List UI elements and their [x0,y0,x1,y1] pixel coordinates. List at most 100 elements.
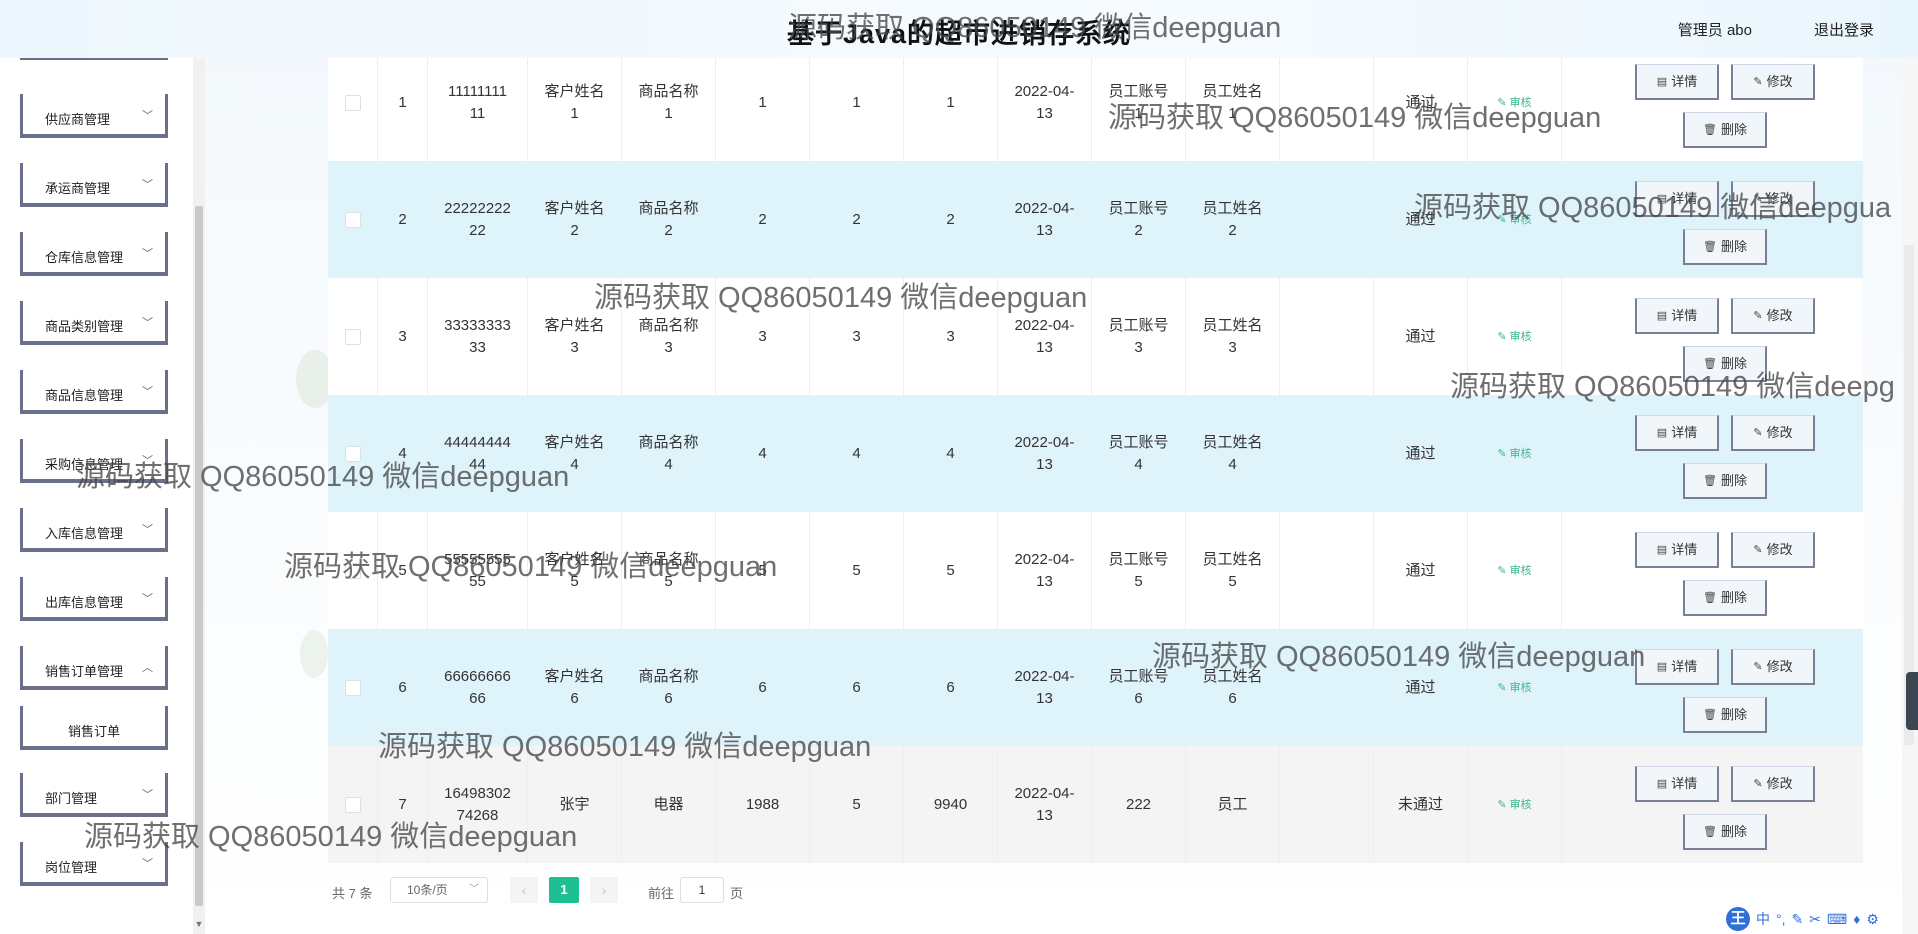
goto-label: 前往 [648,886,675,901]
ime-pen-icon[interactable]: ✎ [1792,911,1804,928]
ime-scissors-icon[interactable]: ✂ [1809,911,1821,928]
table-row[interactable]: 5 55555555 55 客户姓名 5 商品名称 5 5 5 5 2022-04- 13 员工… [328,512,1863,629]
cell-blank [1280,746,1374,863]
next-page-button[interactable]: › [590,877,618,903]
sidebar-item-positions[interactable]: 岗位管理 ﹀ [20,842,168,886]
edit-button[interactable]: ✎ 修改 [1731,532,1815,568]
detail-button[interactable]: ▤ 详情 [1635,532,1719,568]
sidebar-item-suppliers[interactable]: 供应商管理 ﹀ [20,94,168,138]
ime-logo-icon[interactable]: 王 [1726,907,1750,931]
page-number-current[interactable]: 1 [549,877,579,903]
delete-button[interactable]: 🗑 删除 [1683,580,1767,616]
cell-emp-name: 员工姓名 5 [1186,512,1280,629]
ime-language[interactable]: 中 [1756,909,1770,929]
ime-skin-icon[interactable]: ♦ [1853,911,1860,927]
table-row[interactable]: 7 16498302 74268 张宇 电器 1988 5 9940 2022-04- 13 2… [328,746,1863,863]
sidebar-item-categories[interactable]: 商品类别管理 ﹀ [20,301,168,345]
detail-button[interactable]: ▤ 详情 [1635,649,1719,685]
sidebar-item-label: 仓库信息管理 [45,250,124,265]
cell-emp-account-text: 员工账号 5 [1108,550,1169,590]
table-row[interactable]: 6 66666666 66 客户姓名 6 商品名称 6 6 6 6 2022-04- 13 员工… [328,629,1863,746]
audit-link[interactable]: ✎ 审核 [1497,92,1531,114]
table-row[interactable]: 4 44444444 44 客户姓名 4 商品名称 4 4 4 4 2022-04- 13 员工… [328,395,1863,512]
chevron-down-icon: ﹀ [142,593,153,605]
scroll-down-arrow-icon[interactable]: ▼ [193,918,205,930]
table-row[interactable]: 2 22222222 22 客户姓名 2 商品名称 2 2 2 2 2022-04- 13 员工… [328,161,1863,278]
row-checkbox-input[interactable] [344,445,361,462]
cell-customer: 客户姓名 3 [528,278,622,395]
detail-button[interactable]: ▤ 详情 [1635,298,1719,334]
row-checkbox-input[interactable] [344,796,361,813]
trash-icon: 🗑 [1703,474,1717,487]
edit-button[interactable]: ✎ 修改 [1731,64,1815,100]
delete-button[interactable]: 🗑 删除 [1683,463,1767,499]
table-row[interactable]: 3 33333333 33 客户姓名 3 商品名称 3 3 3 3 2022-04- 13 员工… [328,278,1863,395]
table-row[interactable]: 1 11111111 11 客户姓名 1 商品名称 1 1 1 1 2022-04- 13 员工… [328,44,1863,161]
cell-operations: ▤ 详情 ✎ 修改 🗑 删除 [1562,395,1861,512]
row-checkbox [328,161,378,278]
sidebar-item-warehouses[interactable]: 仓库信息管理 ﹀ [20,232,168,276]
delete-button[interactable]: 🗑 删除 [1683,346,1767,382]
cell-date: 2022-04- 13 [998,395,1092,512]
sidebar-item-inbound[interactable]: 入库信息管理 ﹀ [20,508,168,552]
row-checkbox-input[interactable] [344,679,361,696]
edit-button[interactable]: ✎ 修改 [1731,298,1815,334]
sidebar-scroll-thumb[interactable] [195,206,203,906]
ime-keyboard-icon[interactable]: ⌨ [1827,911,1847,928]
sidebar-item-departments[interactable]: 部门管理 ﹀ [20,773,168,817]
cell-index: 6 [378,629,428,746]
prev-page-button[interactable]: ‹ [510,877,538,903]
edit-button[interactable]: ✎ 修改 [1731,415,1815,451]
floating-side-tab[interactable] [1906,672,1918,730]
audit-link[interactable]: ✎ 审核 [1497,560,1531,582]
sidebar-item-products[interactable]: 商品信息管理 ﹀ [20,370,168,414]
delete-button[interactable]: 🗑 删除 [1683,814,1767,850]
delete-button[interactable]: 🗑 删除 [1683,697,1767,733]
row-checkbox-input[interactable] [344,562,361,579]
cell-customer: 客户姓名 2 [528,161,622,278]
sidebar-item-label: 销售订单管理 [45,664,124,679]
detail-button[interactable]: ▤ 详情 [1635,766,1719,802]
ime-settings-icon[interactable]: ⚙ [1866,911,1879,928]
cell-order-no-text: 16498302 74268 [444,784,511,824]
audit-label: 审核 [1509,447,1532,460]
cell-total-text: 6 [946,678,955,696]
cell-order-no: 66666666 66 [428,629,528,746]
sidebar-item-purchases[interactable]: 采购信息管理 ﹀ [20,439,168,483]
delete-button-label: 删除 [1720,238,1747,254]
edit-button[interactable]: ✎ 修改 [1731,181,1815,217]
cell-price-text: 6 [758,678,767,696]
page-size-select[interactable]: 10条/页 ﹀ [390,877,488,903]
sidebar-item-label: 采购信息管理 [45,457,124,472]
cell-audit: ✎ 审核 [1468,629,1562,746]
audit-link[interactable]: ✎ 审核 [1497,326,1531,348]
cell-emp-name: 员工姓名 2 [1186,161,1280,278]
goto-page-input[interactable]: 1 [680,877,724,903]
cell-customer-text: 客户姓名 5 [544,550,605,590]
row-checkbox-input[interactable] [344,328,361,345]
ime-punctuation-icon[interactable]: °, [1776,911,1786,927]
detail-button[interactable]: ▤ 详情 [1635,181,1719,217]
audit-link[interactable]: ✎ 审核 [1497,443,1531,465]
sidebar-item-carriers[interactable]: 承运商管理 ﹀ [20,163,168,207]
main-scroll-thumb[interactable] [1904,245,1914,745]
edit-button[interactable]: ✎ 修改 [1731,766,1815,802]
detail-button[interactable]: ▤ 详情 [1635,415,1719,451]
row-checkbox-input[interactable] [344,211,361,228]
sidebar-item-sales-orders[interactable]: 销售订单管理 ︿ [20,646,168,690]
detail-button[interactable]: ▤ 详情 [1635,64,1719,100]
audit-link[interactable]: ✎ 审核 [1497,794,1531,816]
row-checkbox-input[interactable] [344,94,361,111]
cell-date-text: 2022-04- 13 [1014,433,1075,473]
sidebar-item-outbound[interactable]: 出库信息管理 ﹀ [20,577,168,621]
sidebar-subitem-sales-order[interactable]: 销售订单 [20,706,168,750]
audit-link[interactable]: ✎ 审核 [1497,677,1531,699]
delete-button[interactable]: 🗑 删除 [1683,229,1767,265]
edit-button-label: 修改 [1766,307,1793,323]
logout-link[interactable]: 退出登录 [1814,19,1874,40]
audit-link[interactable]: ✎ 审核 [1497,209,1531,231]
cell-customer-text: 客户姓名 4 [544,433,605,473]
edit-button[interactable]: ✎ 修改 [1731,649,1815,685]
delete-button[interactable]: 🗑 删除 [1683,112,1767,148]
cell-date-text: 2022-04- 13 [1014,82,1075,122]
